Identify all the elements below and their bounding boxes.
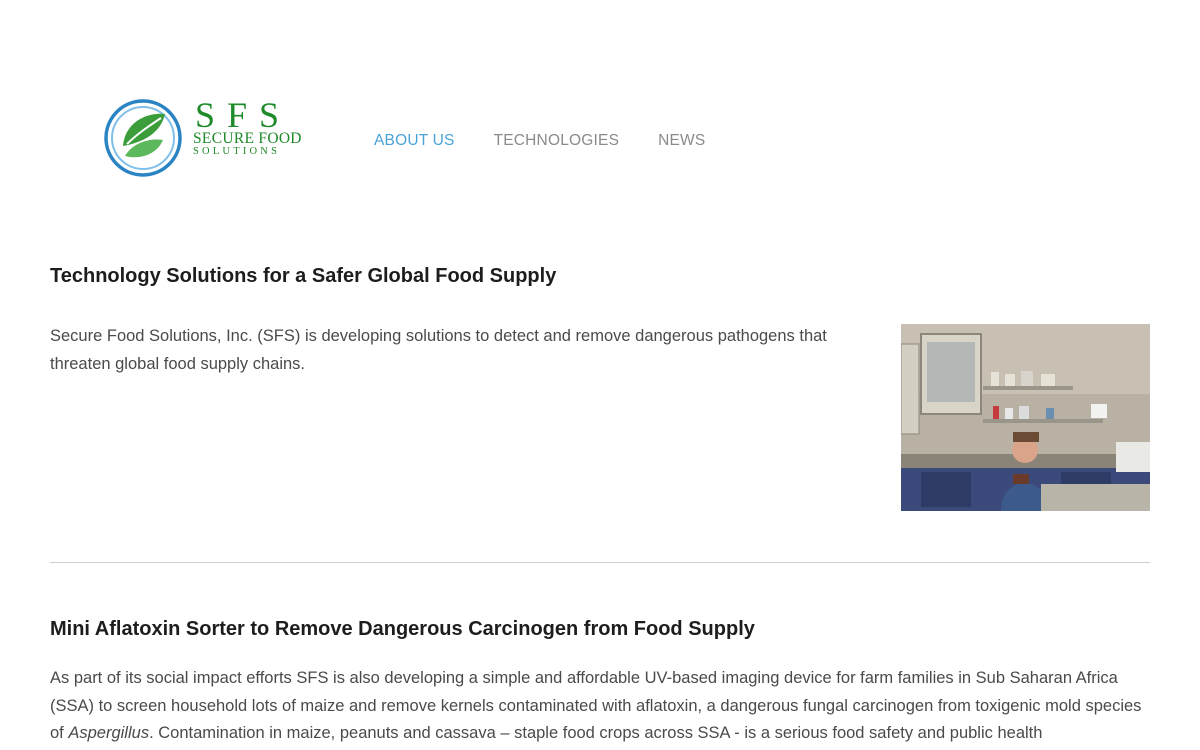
nav-technologies[interactable]: TECHNOLOGIES bbox=[494, 132, 620, 150]
leaf-logo-icon bbox=[104, 99, 182, 177]
logo-line-1: Secure Food bbox=[193, 130, 302, 147]
logo-line-2: Solutions bbox=[193, 146, 281, 157]
sfs-logo[interactable]: SFS Secure Food Solutions bbox=[103, 95, 303, 180]
main-nav: ABOUT US TECHNOLOGIES NEWS bbox=[374, 132, 705, 150]
nav-about-us[interactable]: ABOUT US bbox=[374, 132, 455, 150]
section1-body: Secure Food Solutions, Inc. (SFS) is dev… bbox=[50, 327, 827, 373]
section2-body-part2: . Contamination in maize, peanuts and ca… bbox=[149, 724, 1043, 742]
logo-abbreviation: SFS bbox=[195, 95, 292, 135]
section2-title: Mini Aflatoxin Sorter to Remove Dangerou… bbox=[50, 618, 755, 640]
section-divider bbox=[50, 562, 1150, 563]
lab-photo bbox=[901, 324, 1150, 511]
logo-wordmark: SFS Secure Food Solutions bbox=[193, 95, 302, 158]
section2-body-italic: Aspergillus bbox=[68, 724, 150, 742]
section1-title: Technology Solutions for a Safer Global … bbox=[50, 265, 557, 287]
nav-news[interactable]: NEWS bbox=[658, 132, 705, 150]
section2-body: As part of its social impact efforts SFS… bbox=[50, 665, 1150, 748]
site-header: SFS Secure Food Solutions ABOUT US TECHN… bbox=[0, 0, 1200, 230]
